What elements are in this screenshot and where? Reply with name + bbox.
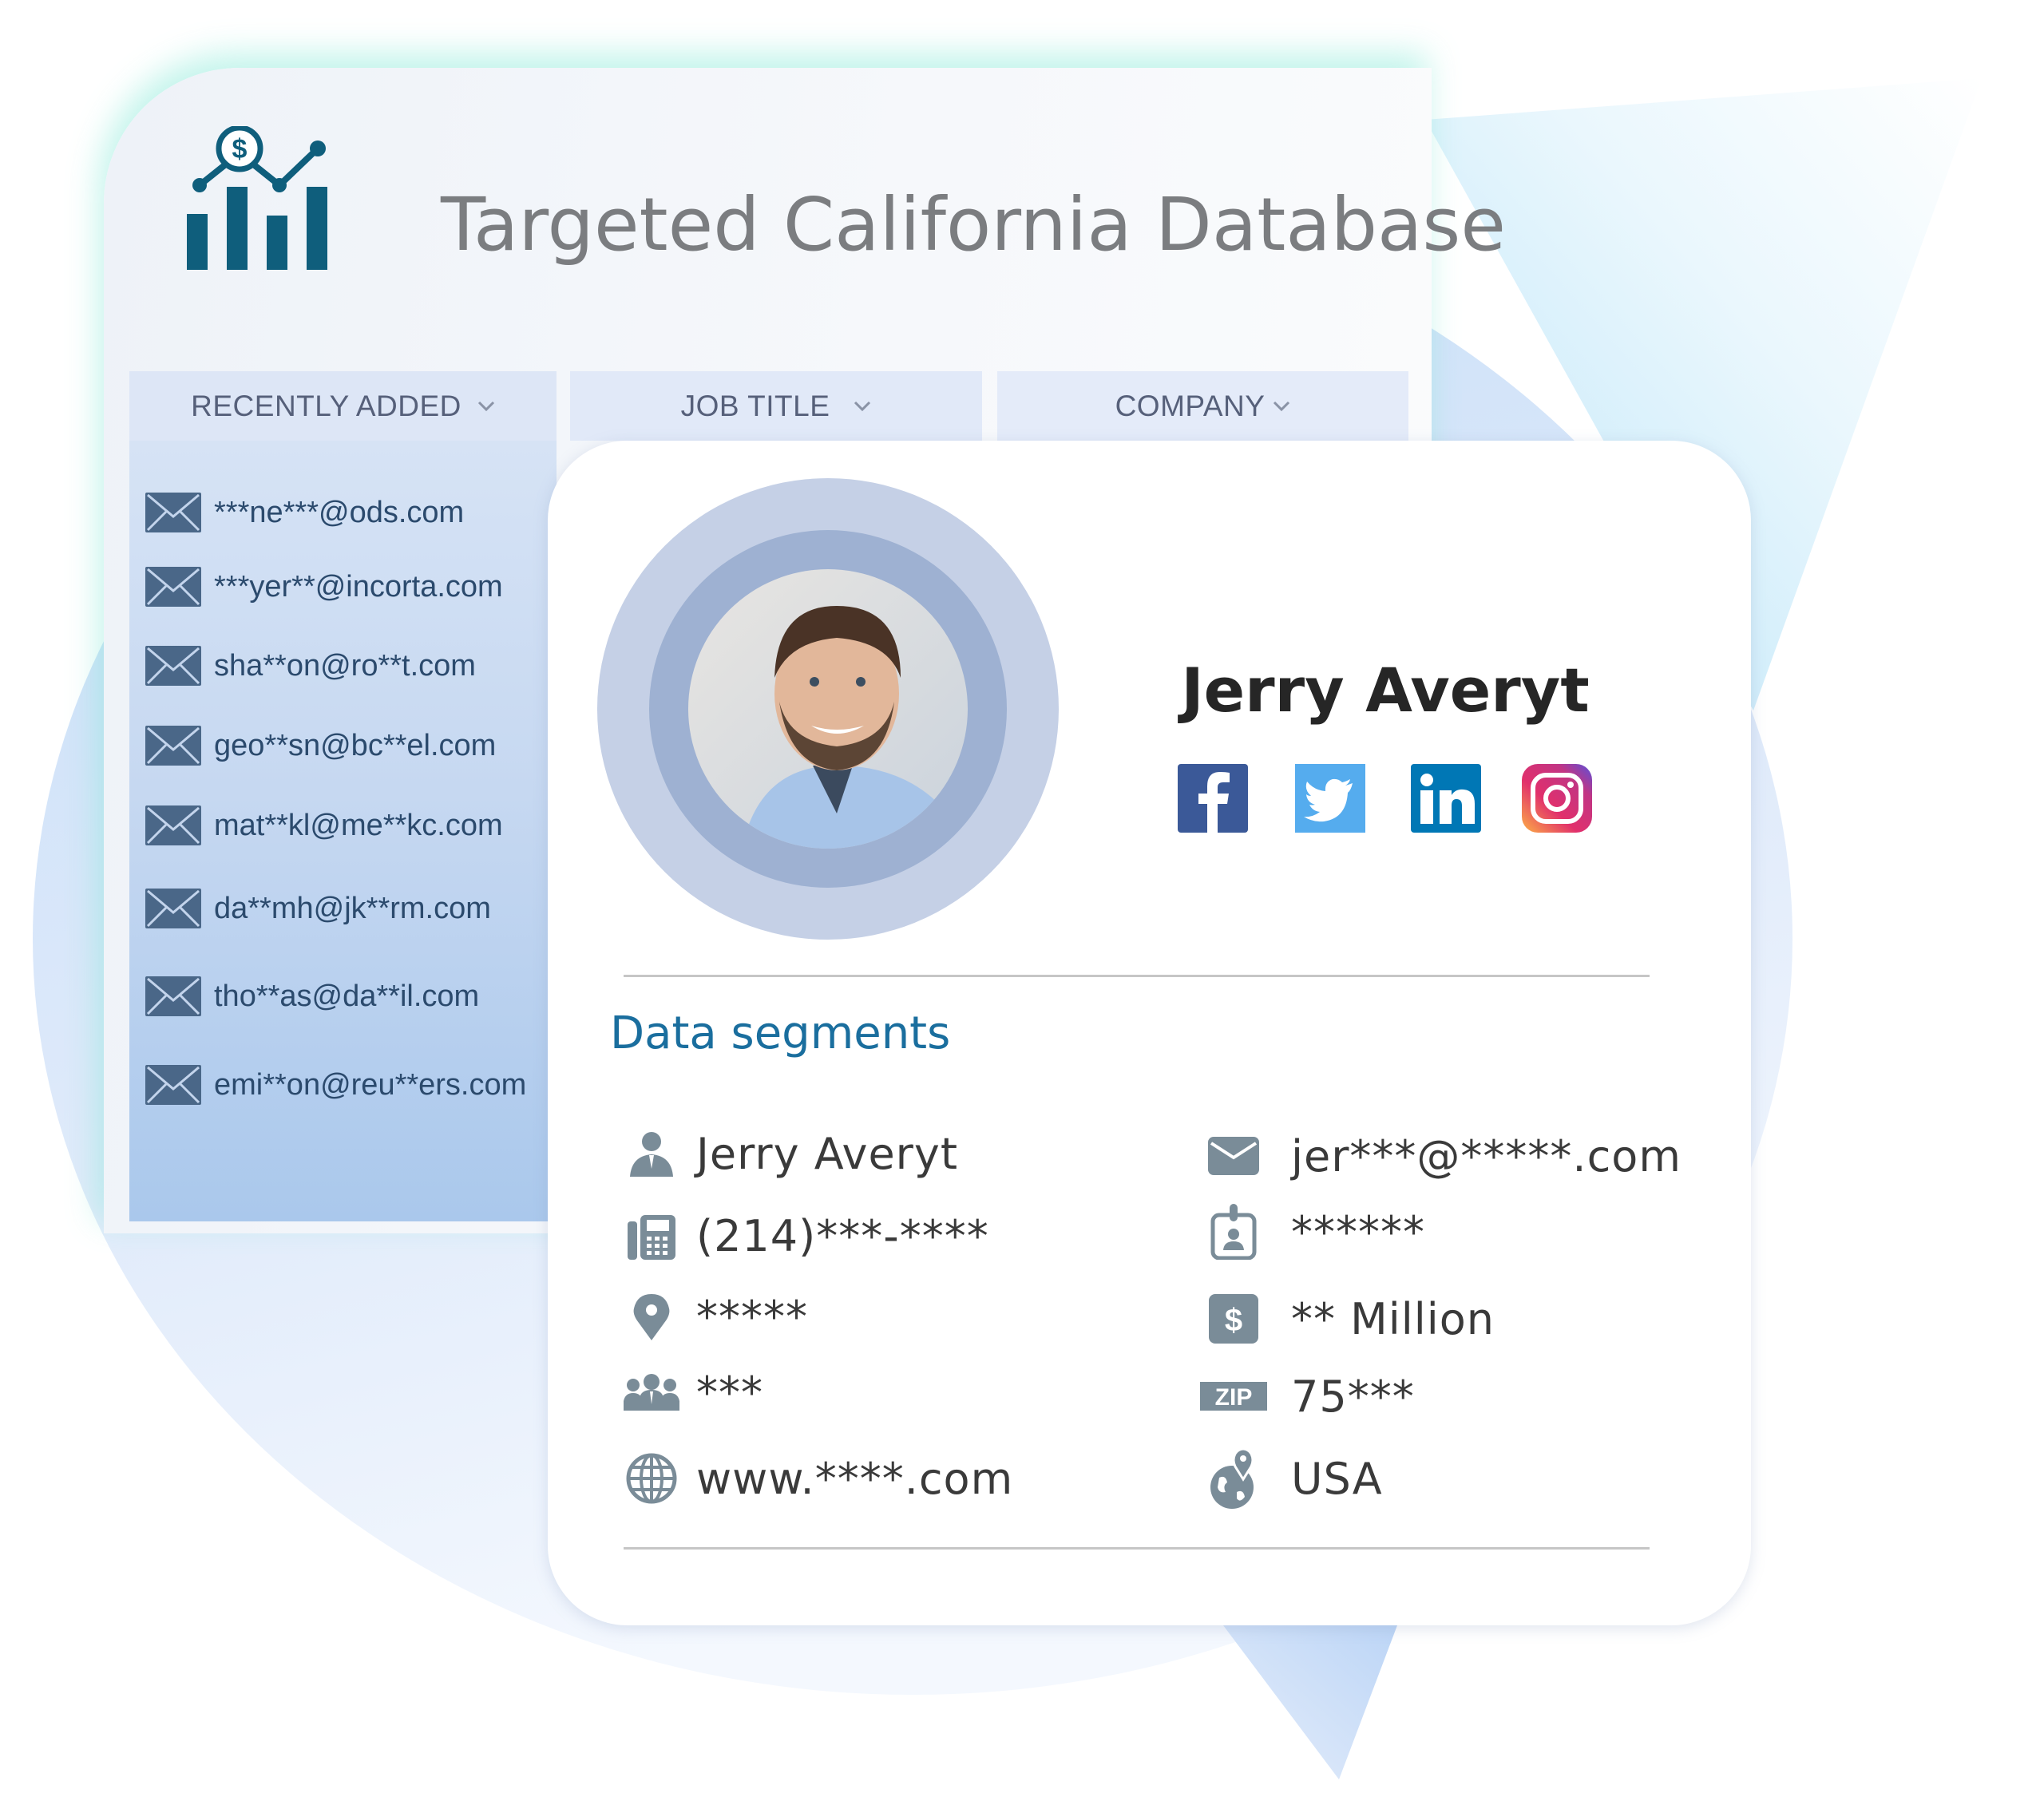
- envelope-icon: [145, 493, 201, 532]
- segment-value: jer***@*****.com: [1291, 1130, 1682, 1181]
- list-item[interactable]: emi**on@reu**ers.com: [145, 1061, 526, 1109]
- segment-row: ******: [1190, 1200, 1425, 1264]
- tab-label: JOB TITLE: [680, 389, 830, 422]
- segment-row: jer***@*****.com: [1190, 1124, 1682, 1188]
- segment-row: *****: [621, 1284, 808, 1348]
- chart-dollar-icon: $: [187, 126, 327, 270]
- list-item[interactable]: tho**as@da**il.com: [145, 972, 479, 1020]
- segment-value: ** Million: [1291, 1293, 1495, 1344]
- envelope-icon: [145, 567, 201, 607]
- email-text: tho**as@da**il.com: [214, 979, 480, 1013]
- segment-value: Jerry Averyt: [696, 1128, 959, 1179]
- envelope-icon: [1190, 1128, 1277, 1184]
- segment-value: ******: [1291, 1206, 1425, 1257]
- tab-recently-added[interactable]: RECENTLY ADDED: [129, 371, 557, 441]
- divider: [624, 1547, 1650, 1550]
- profile-name: Jerry Averyt: [1181, 655, 1590, 726]
- zip-icon: ZIP: [1190, 1368, 1277, 1424]
- envelope-icon: [145, 646, 201, 686]
- email-list: ***ne***@ods.com ***yer**@incorta.com sha*…: [129, 441, 557, 1221]
- svg-text:ZIP: ZIP: [1214, 1384, 1252, 1411]
- chevron-down-icon: [477, 401, 494, 411]
- tab-company[interactable]: COMPANY: [997, 371, 1408, 441]
- list-item[interactable]: da**mh@jk**rm.com: [145, 885, 491, 932]
- list-item[interactable]: geo**sn@bc**el.com: [145, 722, 496, 770]
- divider: [624, 975, 1650, 977]
- envelope-icon: [145, 889, 201, 928]
- group-icon: [621, 1364, 682, 1420]
- phone-icon: [621, 1208, 682, 1264]
- tab-job-title[interactable]: JOB TITLE: [570, 371, 982, 441]
- segment-row: ***: [621, 1360, 763, 1424]
- email-text: ***yer**@incorta.com: [214, 569, 503, 604]
- segment-value: (214)***-****: [696, 1210, 989, 1261]
- tab-label: COMPANY: [1115, 389, 1266, 422]
- email-text: sha**on@ro**t.com: [214, 648, 476, 683]
- svg-text:$: $: [232, 134, 248, 164]
- email-text: geo**sn@bc**el.com: [214, 728, 497, 762]
- envelope-icon: [145, 976, 201, 1016]
- data-segments-title: Data segments: [610, 1007, 951, 1059]
- list-item[interactable]: sha**on@ro**t.com: [145, 642, 476, 690]
- segment-row: $ ** Million: [1190, 1287, 1495, 1351]
- globe-pin-icon: [1190, 1447, 1277, 1509]
- segment-value: ***: [696, 1367, 763, 1418]
- email-text: mat**kl@me**kc.com: [214, 808, 503, 842]
- segment-row: ZIP 75***: [1190, 1364, 1415, 1428]
- envelope-icon: [145, 805, 201, 845]
- segment-value: USA: [1291, 1453, 1383, 1504]
- dollar-icon: $: [1190, 1291, 1277, 1347]
- instagram-icon[interactable]: [1522, 764, 1592, 833]
- twitter-icon[interactable]: [1295, 764, 1365, 833]
- person-icon: [621, 1126, 682, 1181]
- svg-text:$: $: [1224, 1303, 1242, 1338]
- email-text: ***ne***@ods.com: [214, 495, 465, 529]
- segment-row: (214)***-****: [621, 1204, 989, 1268]
- segment-value: *****: [696, 1291, 808, 1342]
- list-item[interactable]: mat**kl@me**kc.com: [145, 802, 503, 849]
- email-text: da**mh@jk**rm.com: [214, 891, 491, 925]
- location-pin-icon: [621, 1288, 682, 1344]
- segment-row: USA: [1190, 1447, 1383, 1510]
- facebook-icon[interactable]: [1178, 764, 1248, 833]
- list-item[interactable]: ***ne***@ods.com: [145, 489, 464, 536]
- page-title: Targeted California Database: [441, 182, 1506, 267]
- envelope-icon: [145, 726, 201, 766]
- tab-label: RECENTLY ADDED: [191, 389, 461, 422]
- chevron-down-icon: [1274, 401, 1290, 411]
- id-badge-icon: [1190, 1204, 1277, 1260]
- list-item[interactable]: ***yer**@incorta.com: [145, 563, 503, 611]
- card-tail: [1223, 1625, 1397, 1779]
- segment-row: Jerry Averyt: [621, 1122, 958, 1185]
- envelope-icon: [145, 1065, 201, 1105]
- linkedin-icon[interactable]: [1411, 764, 1481, 833]
- globe-icon: [621, 1451, 682, 1506]
- avatar[interactable]: [597, 478, 1059, 940]
- chevron-down-icon: [854, 401, 871, 411]
- segment-value: www.****.com: [696, 1453, 1014, 1504]
- segment-value: 75***: [1291, 1371, 1415, 1422]
- email-text: emi**on@reu**ers.com: [214, 1067, 527, 1102]
- segment-row: www.****.com: [621, 1447, 1013, 1510]
